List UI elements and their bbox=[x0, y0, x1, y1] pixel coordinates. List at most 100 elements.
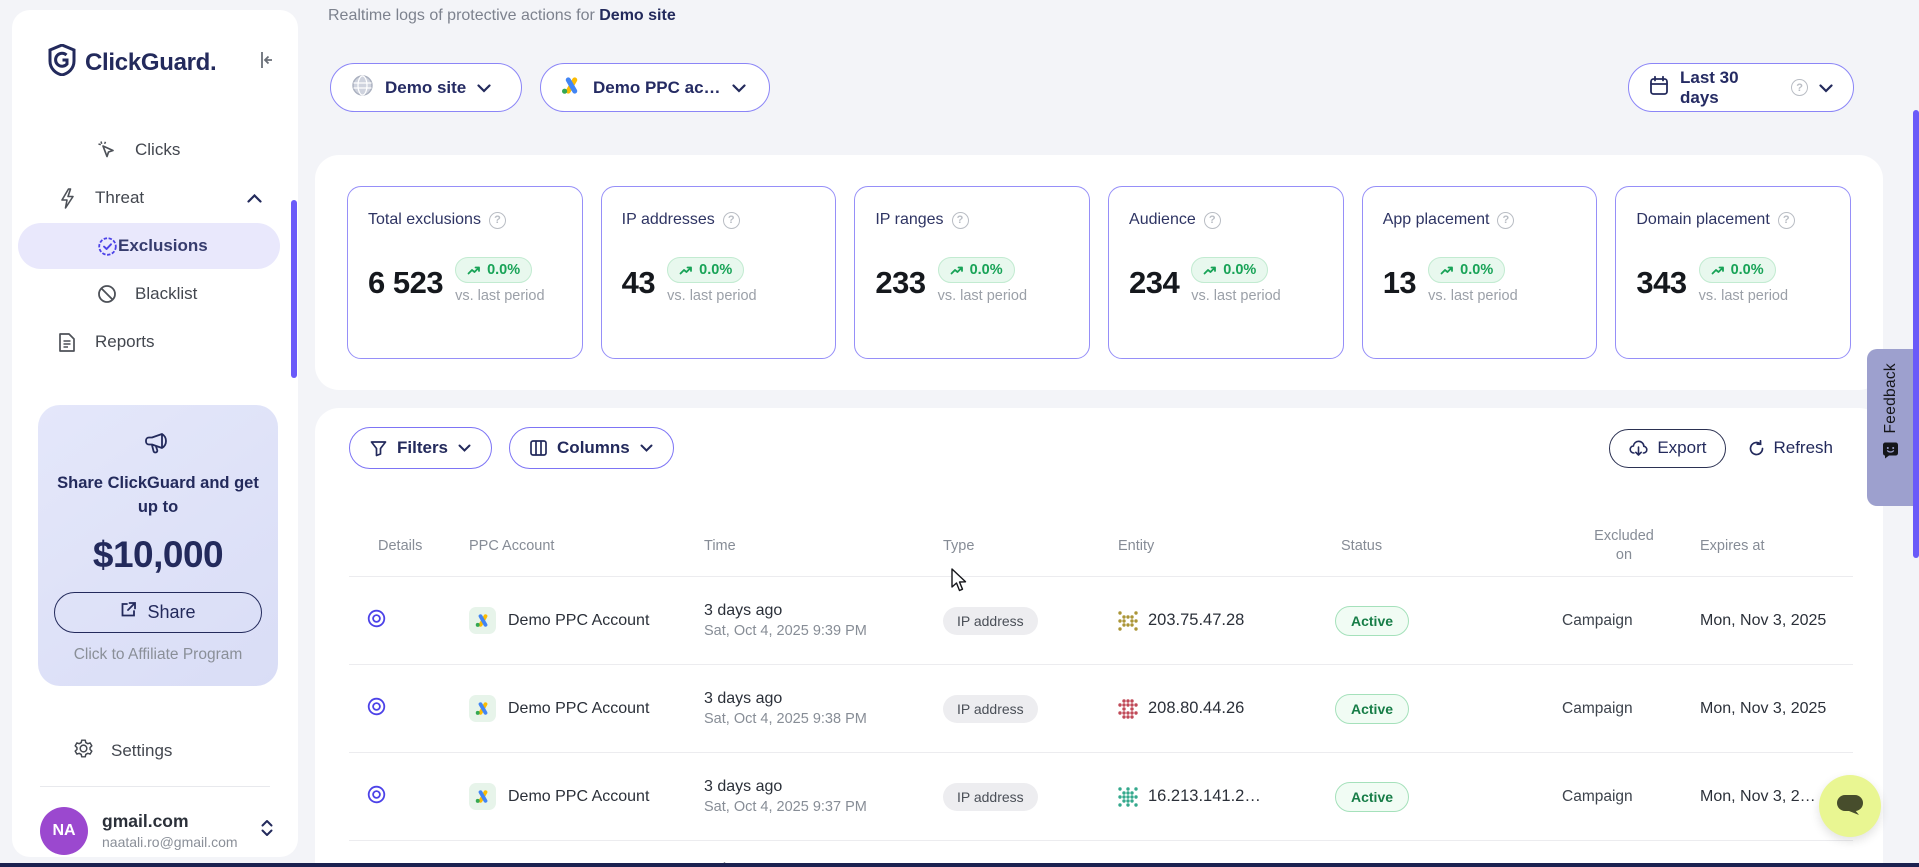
entity-value: 203.75.47.28 bbox=[1148, 611, 1244, 630]
filter-icon bbox=[370, 440, 387, 457]
stat-card-audience: Audience? 234 0.0% vs. last period bbox=[1108, 186, 1344, 359]
cloud-download-icon bbox=[1629, 440, 1648, 457]
sidebar-item-settings[interactable]: Settings bbox=[56, 738, 298, 764]
entity-identicon bbox=[1118, 787, 1138, 807]
row-time: 3 days ago Sat, Oct 4, 2025 9:39 PM bbox=[704, 602, 943, 639]
date-range-selector[interactable]: Last 30 days ? bbox=[1628, 63, 1854, 112]
type-badge: IP address bbox=[943, 783, 1038, 811]
sidebar-item-clicks[interactable]: Clicks bbox=[12, 127, 288, 173]
row-details-eye-icon[interactable] bbox=[349, 609, 469, 633]
row-ppc-account: Demo PPC Account bbox=[469, 695, 704, 722]
chat-bubble-icon bbox=[1835, 793, 1865, 819]
site-selector[interactable]: Demo site bbox=[330, 63, 522, 112]
columns-button[interactable]: Columns bbox=[509, 427, 674, 469]
refresh-button[interactable]: Refresh bbox=[1748, 438, 1833, 458]
time-absolute: Sat, Oct 4, 2025 9:38 PM bbox=[704, 711, 943, 727]
sidebar: ClickGuard. Clicks Threat Exclusions bbox=[12, 10, 298, 857]
sidebar-item-label: Threat bbox=[95, 188, 144, 208]
stats-panel: Total exclusions? 6 523 0.0% vs. last pe… bbox=[315, 155, 1883, 390]
megaphone-icon bbox=[144, 444, 172, 461]
columns-label: Columns bbox=[557, 438, 630, 458]
trend-badge: 0.0% bbox=[667, 257, 744, 283]
sidebar-item-threat[interactable]: Threat bbox=[12, 175, 288, 221]
help-icon[interactable]: ? bbox=[1204, 212, 1221, 229]
main-scrollbar[interactable] bbox=[1913, 110, 1919, 558]
gear-icon bbox=[73, 738, 94, 764]
sidebar-item-label: Settings bbox=[111, 741, 172, 761]
lightning-icon bbox=[56, 188, 78, 209]
columns-icon bbox=[530, 440, 547, 456]
refresh-label: Refresh bbox=[1773, 438, 1833, 458]
sidebar-item-blacklist[interactable]: Blacklist bbox=[12, 271, 288, 317]
time-relative: 3 days ago bbox=[704, 690, 943, 708]
share-button[interactable]: Share bbox=[54, 592, 262, 633]
subtitle-site-name: Demo site bbox=[599, 7, 675, 24]
google-ads-icon bbox=[469, 607, 496, 634]
affiliate-link[interactable]: Click to Affiliate Program bbox=[52, 646, 264, 664]
page-subtitle: Realtime logs of protective actions for … bbox=[328, 7, 676, 25]
sidebar-collapse-icon[interactable] bbox=[256, 50, 276, 75]
account-switcher[interactable]: NA gmail.com naatali.ro@gmail.com bbox=[40, 807, 274, 855]
filters-button[interactable]: Filters bbox=[349, 427, 492, 469]
export-button[interactable]: Export bbox=[1609, 429, 1726, 468]
col-header-ppc-account[interactable]: PPC Account bbox=[469, 538, 704, 554]
sidebar-item-exclusions[interactable]: Exclusions bbox=[18, 223, 280, 269]
time-relative: 3 days ago bbox=[704, 602, 943, 620]
type-badge: IP address bbox=[943, 695, 1038, 723]
trend-caption: vs. last period bbox=[1428, 288, 1517, 304]
ppc-account-name: Demo PPC Account bbox=[508, 612, 649, 630]
row-entity: 16.213.141.2… bbox=[1118, 787, 1335, 807]
row-type: IP address bbox=[943, 695, 1118, 723]
prohibit-icon bbox=[96, 284, 118, 304]
entity-identicon bbox=[1118, 611, 1138, 631]
google-ads-icon bbox=[469, 783, 496, 810]
entity-value: 16.213.141.2… bbox=[1148, 787, 1261, 806]
time-absolute: Sat, Oct 4, 2025 9:39 PM bbox=[704, 623, 943, 639]
col-header-time[interactable]: Time bbox=[704, 538, 943, 554]
help-icon[interactable]: ? bbox=[489, 212, 506, 229]
help-icon[interactable]: ? bbox=[1497, 212, 1514, 229]
col-header-entity[interactable]: Entity bbox=[1118, 538, 1335, 554]
time-absolute: Sat, Oct 4, 2025 9:37 PM bbox=[704, 799, 943, 815]
globe-icon bbox=[351, 74, 374, 102]
row-ppc-account: Demo PPC Account bbox=[469, 783, 704, 810]
entity-value: 208.80.44.26 bbox=[1148, 699, 1244, 718]
col-header-details[interactable]: Details bbox=[349, 538, 469, 554]
chevron-up-icon[interactable] bbox=[247, 188, 262, 208]
row-details-eye-icon[interactable] bbox=[349, 785, 469, 809]
badge-check-icon bbox=[96, 236, 118, 257]
sidebar-item-label: Clicks bbox=[135, 140, 180, 160]
sidebar-item-reports[interactable]: Reports bbox=[12, 319, 288, 365]
row-details-eye-icon[interactable] bbox=[349, 697, 469, 721]
help-icon[interactable]: ? bbox=[723, 212, 740, 229]
help-icon: ? bbox=[1791, 79, 1808, 96]
trend-caption: vs. last period bbox=[455, 288, 544, 304]
sidebar-scrollbar[interactable] bbox=[291, 200, 297, 378]
feedback-tab[interactable]: Feedback bbox=[1867, 349, 1914, 506]
chevron-down-icon bbox=[477, 78, 491, 98]
row-excluded-on: Campaign bbox=[1562, 612, 1686, 630]
row-time: 3 days ago Sat, Oct 4, 2025 9:37 PM bbox=[704, 778, 943, 815]
col-header-expires-at[interactable]: Expires at bbox=[1686, 538, 1853, 554]
chat-launcher-button[interactable] bbox=[1819, 775, 1881, 837]
trend-caption: vs. last period bbox=[1699, 288, 1788, 304]
affiliate-promo-card[interactable]: Share ClickGuard and get up to $10,000 S… bbox=[38, 405, 278, 686]
sidebar-item-label: Exclusions bbox=[118, 236, 208, 256]
stat-card-ip-addresses: IP addresses? 43 0.0% vs. last period bbox=[601, 186, 837, 359]
help-icon[interactable]: ? bbox=[952, 212, 969, 229]
avatar: NA bbox=[40, 807, 88, 855]
help-icon[interactable]: ? bbox=[1778, 212, 1795, 229]
col-header-status[interactable]: Status bbox=[1335, 538, 1562, 554]
ppc-account-selector[interactable]: Demo PPC ac… bbox=[540, 63, 770, 112]
entity-identicon bbox=[1118, 699, 1138, 719]
stat-value: 233 bbox=[875, 265, 925, 301]
stat-label: IP addresses bbox=[622, 211, 715, 229]
subtitle-text: Realtime logs of protective actions for bbox=[328, 7, 595, 24]
stat-card-total-exclusions: Total exclusions? 6 523 0.0% vs. last pe… bbox=[347, 186, 583, 359]
account-name: gmail.com bbox=[102, 811, 260, 832]
col-header-type[interactable]: Type bbox=[943, 538, 1118, 554]
trend-badge: 0.0% bbox=[1699, 257, 1776, 283]
col-header-excluded-on[interactable]: Excluded on bbox=[1562, 527, 1686, 565]
row-expires-at: Mon, Nov 3, 2025 bbox=[1686, 700, 1853, 718]
status-badge: Active bbox=[1335, 606, 1409, 636]
